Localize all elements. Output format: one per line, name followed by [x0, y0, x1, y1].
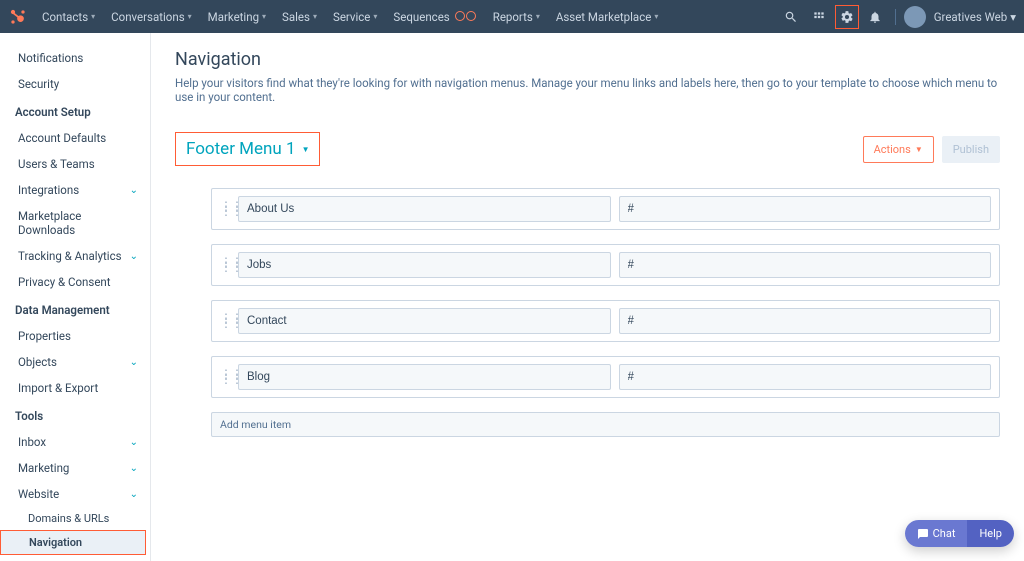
sidebar-item-inbox[interactable]: Inbox⌄	[0, 429, 146, 455]
actions-button[interactable]: Actions▼	[863, 136, 934, 163]
caret-down-icon: ▼	[302, 145, 310, 154]
chevron-down-icon: ▾	[91, 12, 95, 21]
main-content: Navigation Help your visitors find what …	[151, 33, 1024, 561]
sidebar-heading-tools: Tools	[0, 401, 146, 429]
topnav-asset-marketplace[interactable]: Asset Marketplace▾	[550, 6, 665, 28]
menu-item-label-input[interactable]	[238, 308, 611, 334]
menu-item-row: ⋮⋮⋮⋮	[211, 356, 1000, 398]
chevron-down-icon: ▾	[373, 12, 377, 21]
chevron-down-icon: ▾	[188, 12, 192, 21]
sidebar-sub-navigation[interactable]: Navigation	[0, 530, 146, 555]
marketplace-icon[interactable]	[807, 5, 831, 29]
sidebar-sub-themes[interactable]: Themes	[0, 555, 146, 561]
menu-item-label-input[interactable]	[238, 364, 611, 390]
sidebar-item-properties[interactable]: Properties	[0, 323, 146, 349]
chevron-down-icon: ⌄	[130, 463, 138, 474]
drag-handle-icon[interactable]: ⋮⋮⋮⋮	[220, 372, 230, 382]
chevron-down-icon: ⌄	[130, 489, 138, 500]
chevron-down-icon: ▾	[654, 12, 658, 21]
chevron-down-icon: ⌄	[130, 437, 138, 448]
menu-items-list: ⋮⋮⋮⋮ ⋮⋮⋮⋮ ⋮⋮⋮⋮ ⋮⋮⋮⋮	[175, 188, 1000, 398]
topnav-sales[interactable]: Sales▾	[276, 6, 323, 28]
account-menu[interactable]: Greatives Web▾	[934, 10, 1016, 24]
topnav-reports[interactable]: Reports▾	[487, 6, 546, 28]
help-button[interactable]: Help	[967, 520, 1014, 547]
chevron-down-icon: ▾	[1010, 10, 1016, 24]
caret-down-icon: ▼	[915, 145, 923, 154]
menu-item-row: ⋮⋮⋮⋮	[211, 244, 1000, 286]
sidebar-item-security[interactable]: Security	[0, 71, 146, 97]
drag-handle-icon[interactable]: ⋮⋮⋮⋮	[220, 316, 230, 326]
page-title: Navigation	[175, 49, 1000, 70]
menu-item-url-input[interactable]	[619, 196, 992, 222]
chevron-down-icon: ▾	[262, 12, 266, 21]
chat-button[interactable]: Chat	[905, 520, 968, 547]
sidebar-item-account-defaults[interactable]: Account Defaults	[0, 125, 146, 151]
sidebar-sub-domains-urls[interactable]: Domains & URLs	[0, 507, 146, 530]
topnav-marketing[interactable]: Marketing▾	[202, 6, 272, 28]
topnav-conversations[interactable]: Conversations▾	[105, 6, 198, 28]
drag-handle-icon[interactable]: ⋮⋮⋮⋮	[220, 204, 230, 214]
topnav-service[interactable]: Service▾	[327, 6, 383, 28]
chevron-down-icon: ⌄	[130, 357, 138, 368]
add-menu-item-button[interactable]: Add menu item	[211, 412, 1000, 437]
topnav-contacts[interactable]: Contacts▾	[36, 6, 101, 28]
chat-help-widget: Chat Help	[905, 520, 1014, 547]
chevron-down-icon: ⌄	[130, 251, 138, 262]
topnav-right: Greatives Web▾	[779, 5, 1016, 29]
menu-selector-label: Footer Menu 1	[186, 139, 296, 159]
drag-handle-icon[interactable]: ⋮⋮⋮⋮	[220, 260, 230, 270]
menu-item-row: ⋮⋮⋮⋮	[211, 188, 1000, 230]
sidebar-heading-data-management: Data Management	[0, 295, 146, 323]
menu-selector-dropdown[interactable]: Footer Menu 1 ▼	[175, 132, 320, 166]
sidebar-item-privacy-consent[interactable]: Privacy & Consent	[0, 269, 146, 295]
topnav-menu: Contacts▾ Conversations▾ Marketing▾ Sale…	[36, 6, 664, 28]
chevron-down-icon: ▾	[313, 12, 317, 21]
hubspot-logo[interactable]	[8, 7, 28, 27]
menu-item-url-input[interactable]	[619, 308, 992, 334]
publish-button: Publish	[942, 136, 1000, 163]
divider	[895, 9, 896, 25]
user-avatar[interactable]	[904, 6, 926, 28]
menu-item-row: ⋮⋮⋮⋮	[211, 300, 1000, 342]
sidebar-item-marketplace-downloads[interactable]: Marketplace Downloads	[0, 203, 146, 243]
sidebar-item-tracking-analytics[interactable]: Tracking & Analytics⌄	[0, 243, 146, 269]
sidebar-item-notifications[interactable]: Notifications	[0, 45, 146, 71]
chat-bubble-icon	[917, 528, 929, 540]
menu-item-label-input[interactable]	[238, 196, 611, 222]
menu-item-url-input[interactable]	[619, 364, 992, 390]
search-icon[interactable]	[779, 5, 803, 29]
settings-sidebar: Notifications Security Account Setup Acc…	[0, 33, 151, 561]
chevron-down-icon: ⌄	[130, 185, 138, 196]
topnav-sequences[interactable]: Sequences	[387, 6, 482, 28]
menu-item-label-input[interactable]	[238, 252, 611, 278]
sidebar-item-marketing[interactable]: Marketing⌄	[0, 455, 146, 481]
sidebar-item-users-teams[interactable]: Users & Teams	[0, 151, 146, 177]
chevron-down-icon: ▾	[536, 12, 540, 21]
top-nav: Contacts▾ Conversations▾ Marketing▾ Sale…	[0, 0, 1024, 33]
notifications-bell-icon[interactable]	[863, 5, 887, 29]
menu-item-url-input[interactable]	[619, 252, 992, 278]
sidebar-heading-account-setup: Account Setup	[0, 97, 146, 125]
sidebar-item-integrations[interactable]: Integrations⌄	[0, 177, 146, 203]
settings-gear-icon[interactable]	[835, 5, 859, 29]
sidebar-item-website[interactable]: Website⌄	[0, 481, 146, 507]
sidebar-item-objects[interactable]: Objects⌄	[0, 349, 146, 375]
page-description: Help your visitors find what they're loo…	[175, 76, 1000, 104]
sequences-status-icon	[455, 10, 477, 24]
sidebar-item-import-export[interactable]: Import & Export	[0, 375, 146, 401]
